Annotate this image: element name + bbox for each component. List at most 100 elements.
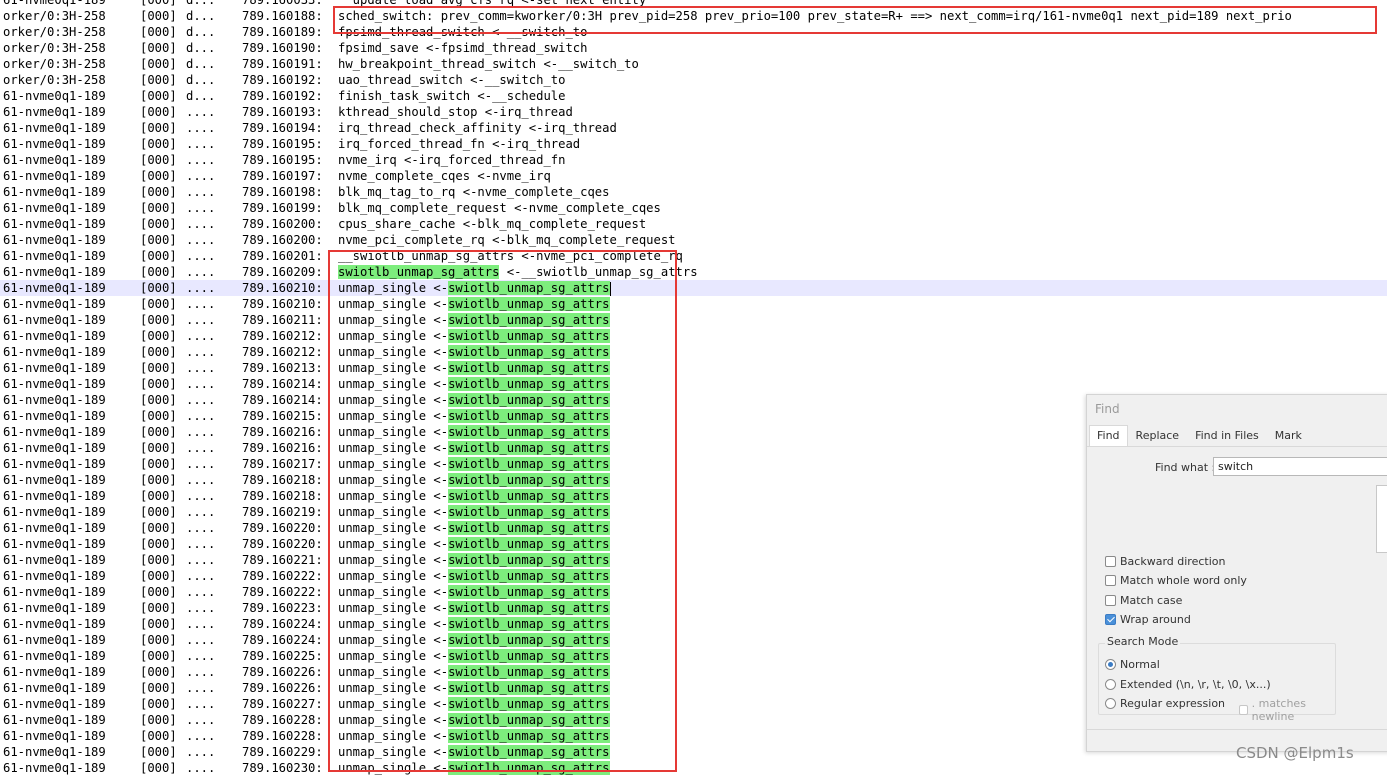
trace-line[interactable]: 61-nvme0q1-189 [000].... 789.160212: unmap_… bbox=[0, 344, 1387, 360]
trace-timestamp: 789.160227: bbox=[242, 697, 323, 711]
trace-cpu: [000] bbox=[140, 697, 177, 711]
trace-message: unmap_single <-swiotlb_unmap_sg_attrs bbox=[338, 456, 610, 472]
trace-line[interactable]: 61-nvme0q1-189 [000].... 789.160213: unmap_… bbox=[0, 360, 1387, 376]
trace-task: 61-nvme0q1-189 bbox=[3, 521, 106, 535]
trace-flags: .... bbox=[186, 697, 216, 711]
trace-task: 61-nvme0q1-189 bbox=[3, 681, 106, 695]
regex-radio[interactable] bbox=[1105, 697, 1116, 709]
dialog-title: Find bbox=[1095, 402, 1120, 416]
trace-message: unmap_single <-swiotlb_unmap_sg_attrs bbox=[338, 376, 610, 392]
trace-task: 61-nvme0q1-189 bbox=[3, 169, 106, 183]
trace-line[interactable]: orker/0:3H-258 [000] d... 789.160190: fpsimd… bbox=[0, 40, 1387, 56]
search-match-highlight: swiotlb_unmap_sg_attrs bbox=[448, 553, 610, 567]
trace-timestamp: 789.160218: bbox=[242, 473, 323, 487]
watermark: CSDN @Elpm1s bbox=[1236, 744, 1354, 762]
wrap-around-checkbox[interactable] bbox=[1105, 613, 1116, 625]
trace-flags: .... bbox=[186, 217, 216, 231]
trace-line[interactable]: 61-nvme0q1-189 [000].... 789.160193: kthrea… bbox=[0, 104, 1387, 120]
tab-find-in-files[interactable]: Find in Files bbox=[1187, 425, 1267, 447]
match-case-checkbox[interactable] bbox=[1105, 594, 1116, 606]
trace-line[interactable]: 61-nvme0q1-189 [000].... 789.160209: swiotl… bbox=[0, 264, 1387, 280]
trace-cpu: [000] bbox=[140, 649, 177, 663]
extended-radio[interactable] bbox=[1105, 678, 1116, 690]
mode-normal[interactable]: Normal bbox=[1105, 656, 1160, 672]
trace-line[interactable]: 61-nvme0q1-189 [000].... 789.160201: __swio… bbox=[0, 248, 1387, 264]
trace-flags: .... bbox=[186, 441, 216, 455]
option-wrap-around[interactable]: Wrap around bbox=[1105, 611, 1191, 627]
trace-message: unmap_single <-swiotlb_unmap_sg_attrs bbox=[338, 296, 610, 312]
trace-flags: .... bbox=[186, 569, 216, 583]
trace-flags: .... bbox=[186, 425, 216, 439]
tab-find[interactable]: Find bbox=[1089, 425, 1128, 447]
message-text: unmap_single <- bbox=[338, 409, 449, 423]
trace-cpu: [000] bbox=[140, 521, 177, 535]
search-match-highlight: swiotlb_unmap_sg_attrs bbox=[448, 569, 610, 583]
mode-extended[interactable]: Extended (\n, \r, \t, \0, \x...) bbox=[1105, 676, 1271, 692]
trace-flags: .... bbox=[186, 121, 216, 135]
search-match-highlight: swiotlb_unmap_sg_attrs bbox=[448, 601, 610, 615]
trace-timestamp: 789.160193: bbox=[242, 105, 323, 119]
trace-line[interactable]: 61-nvme0q1-189 [000].... 789.160230: unmap_… bbox=[0, 760, 1387, 776]
trace-flags: .... bbox=[186, 713, 216, 727]
trace-line[interactable]: 61-nvme0q1-189 [000].... 789.160195: irq_fo… bbox=[0, 136, 1387, 152]
trace-message: fpsimd_save <-fpsimd_thread_switch bbox=[338, 41, 588, 55]
trace-line[interactable]: 61-nvme0q1-189 [000].... 789.160211: unmap_… bbox=[0, 312, 1387, 328]
option-match-case[interactable]: Match case bbox=[1105, 592, 1182, 608]
match-whole-word-checkbox[interactable] bbox=[1105, 574, 1116, 586]
message-text: unmap_single <- bbox=[338, 441, 449, 455]
trace-line[interactable]: 61-nvme0q1-189 [000].... 789.160200: nvme_p… bbox=[0, 232, 1387, 248]
mode-regex[interactable]: Regular expression bbox=[1105, 695, 1225, 711]
trace-cpu: [000] bbox=[140, 233, 177, 247]
trace-flags: .... bbox=[186, 601, 216, 615]
match-whole-word-label: Match whole word only bbox=[1120, 573, 1247, 587]
trace-task: orker/0:3H-258 bbox=[3, 41, 106, 55]
tab-replace[interactable]: Replace bbox=[1128, 425, 1188, 447]
trace-task: 61-nvme0q1-189 bbox=[3, 665, 106, 679]
find-dialog[interactable]: Find Find Replace Find in Files Mark Fin… bbox=[1086, 394, 1387, 752]
trace-line[interactable]: 61-nvme0q1-189 [000] d... 789.160192: finish… bbox=[0, 88, 1387, 104]
trace-timestamp: 789.160228: bbox=[242, 713, 323, 727]
trace-flags: .... bbox=[186, 265, 216, 279]
trace-line[interactable]: 61-nvme0q1-189 [000].... 789.160195: nvme_i… bbox=[0, 152, 1387, 168]
trace-line[interactable]: 61-nvme0q1-189 [000].... 789.160200: cpus_s… bbox=[0, 216, 1387, 232]
option-backward-direction[interactable]: Backward direction bbox=[1105, 553, 1225, 569]
trace-line[interactable]: 61-nvme0q1-189 [000].... 789.160198: blk_mq… bbox=[0, 184, 1387, 200]
trace-cpu: [000] bbox=[140, 409, 177, 423]
tab-mark[interactable]: Mark bbox=[1267, 425, 1310, 447]
search-match-highlight: swiotlb_unmap_sg_attrs bbox=[448, 521, 610, 535]
search-match-highlight: swiotlb_unmap_sg_attrs bbox=[448, 745, 610, 759]
message-text: unmap_single <- bbox=[338, 553, 449, 567]
option-match-whole-word[interactable]: Match whole word only bbox=[1105, 572, 1247, 588]
trace-line[interactable]: 61-nvme0q1-189 [000].... 789.160212: unmap_… bbox=[0, 328, 1387, 344]
matches-newline-checkbox[interactable] bbox=[1239, 705, 1248, 715]
trace-task: 61-nvme0q1-189 bbox=[3, 361, 106, 375]
trace-line[interactable]: orker/0:3H-258 [000] d... 789.160189: fpsimd… bbox=[0, 24, 1387, 40]
trace-task: 61-nvme0q1-189 bbox=[3, 313, 106, 327]
regex-label: Regular expression bbox=[1120, 696, 1226, 710]
trace-line[interactable]: orker/0:3H-258 [000] d... 789.160191: hw_bre… bbox=[0, 56, 1387, 72]
trace-line[interactable]: 61-nvme0q1-189 [000].... 789.160210: unmap_… bbox=[0, 280, 1387, 296]
search-match-highlight: swiotlb_unmap_sg_attrs bbox=[448, 361, 610, 375]
normal-radio[interactable] bbox=[1105, 658, 1116, 670]
search-match-highlight: swiotlb_unmap_sg_attrs bbox=[448, 345, 610, 359]
trace-line[interactable]: 61-nvme0q1-189 [000].... 789.160199: blk_mq… bbox=[0, 200, 1387, 216]
trace-line[interactable]: 61-nvme0q1-189 [000].... 789.160194: irq_th… bbox=[0, 120, 1387, 136]
trace-flags: .... bbox=[186, 393, 216, 407]
trace-timestamp: 789.160192: bbox=[242, 73, 323, 87]
trace-message: uao_thread_switch <-__switch_to bbox=[338, 73, 566, 87]
message-text: unmap_single <- bbox=[338, 377, 449, 391]
trace-flags: .... bbox=[186, 537, 216, 551]
trace-line[interactable]: orker/0:3H-258 [000] d... 789.160192: uao_th… bbox=[0, 72, 1387, 88]
trace-line[interactable]: 61-nvme0q1-189 [000].... 789.160197: nvme_c… bbox=[0, 168, 1387, 184]
find-what-input[interactable]: switch bbox=[1213, 457, 1387, 476]
trace-cpu: [000] bbox=[140, 761, 177, 775]
trace-line[interactable]: 61-nvme0q1-189 [000] d... 789.160033: __upda… bbox=[0, 0, 1387, 8]
trace-timestamp: 789.160192: bbox=[242, 89, 323, 103]
trace-message: kthread_should_stop <-irq_thread bbox=[338, 105, 573, 119]
dialog-button-column[interactable] bbox=[1376, 485, 1387, 553]
trace-line[interactable]: 61-nvme0q1-189 [000].... 789.160210: unmap_… bbox=[0, 296, 1387, 312]
backward-direction-checkbox[interactable] bbox=[1105, 555, 1116, 567]
option-matches-newline[interactable]: . matches newline bbox=[1239, 697, 1335, 723]
trace-line[interactable]: orker/0:3H-258 [000] d... 789.160188: sched_… bbox=[0, 8, 1387, 24]
trace-line[interactable]: 61-nvme0q1-189 [000].... 789.160214: unmap_… bbox=[0, 376, 1387, 392]
